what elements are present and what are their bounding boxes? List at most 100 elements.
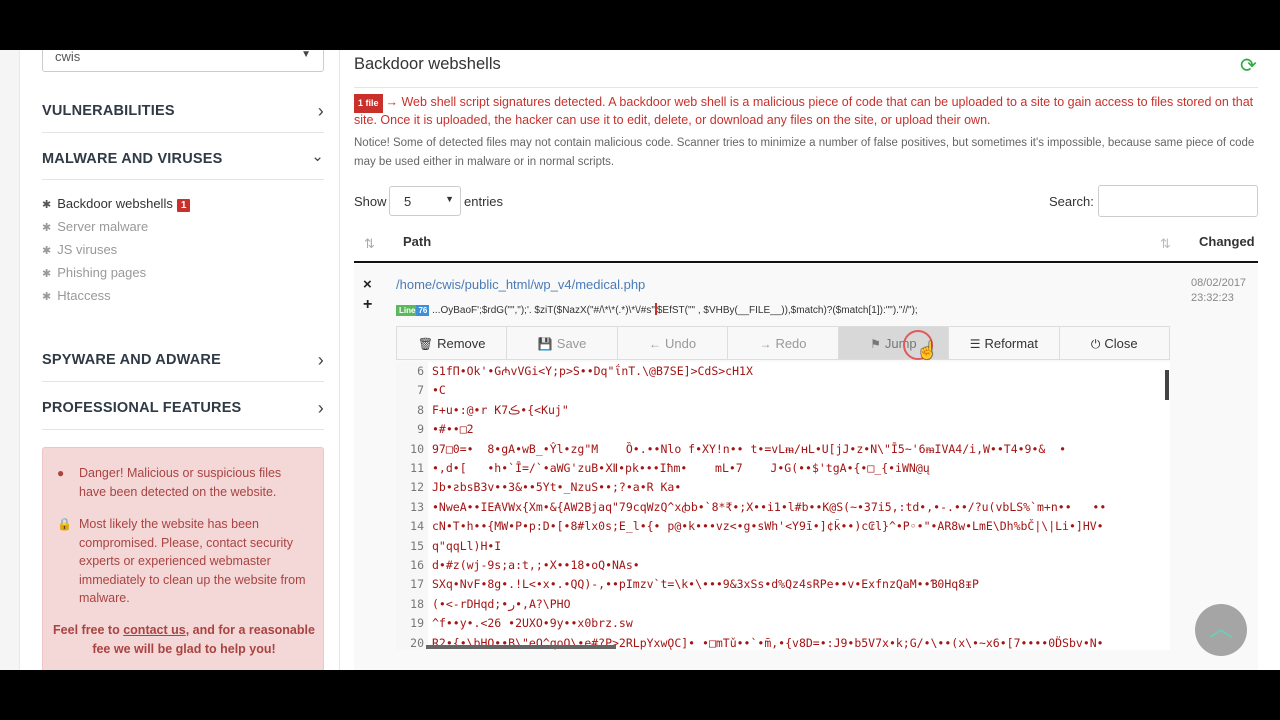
lock-icon: 🔒 xyxy=(57,517,72,531)
line-number-badge: 76 xyxy=(416,305,430,316)
section-spyware-and-adware[interactable]: SPYWARE AND ADWARE › xyxy=(42,350,324,370)
divider xyxy=(42,179,324,180)
remove-row-icon[interactable]: × xyxy=(363,276,372,293)
sidebar-item-backdoor-webshells[interactable]: ✱ Backdoor webshells 1 xyxy=(42,196,191,212)
indent-icon: ☰ xyxy=(969,337,981,351)
line-number: 20 xyxy=(410,635,424,650)
webshell-alert: 1 file → Web shell script signatures dete… xyxy=(354,94,1260,127)
section-malware-and-viruses[interactable]: MALWARE AND VIRUSES ⌄ xyxy=(42,148,324,167)
code-text: d•#z(wj-9s;a:t,;•X••18•oQ•NAs• xyxy=(432,558,640,572)
button-label: Redo xyxy=(775,336,807,351)
code-line: 17 SXq•NvF•8g•.!L<•x•.•QQ)-,••pImzv`t=\k•… xyxy=(396,577,1170,596)
chevron-down-icon: ▼ xyxy=(301,50,311,60)
bug-icon: ✱ xyxy=(42,291,52,303)
sidebar-item-htaccess[interactable]: ✱ Htaccess xyxy=(42,288,111,303)
code-text: •C xyxy=(432,383,446,398)
horizontal-scrollbar[interactable] xyxy=(426,645,616,649)
column-header-path[interactable]: Path xyxy=(403,234,431,249)
jump-button[interactable]: ⚑ Jump ☝ xyxy=(838,327,950,360)
bug-icon: ✱ xyxy=(42,268,52,280)
sidebar-item-server-malware[interactable]: ✱ Server malware xyxy=(42,219,148,234)
bookmark-icon: ⚑ xyxy=(870,337,881,351)
divider xyxy=(42,429,324,430)
bug-icon: ✱ xyxy=(42,245,52,257)
signature-code: $EfST("" , $VHBy(__FILE__)),$match)?($ma… xyxy=(656,305,918,316)
sidebar-item-label: Server malware xyxy=(57,219,149,234)
code-text: Jb•ƨbsB3v••3&••5Yt•_NzuS••;?•a•R Ka• xyxy=(432,480,682,495)
section-label: VULNERABILITIES xyxy=(42,103,175,119)
chevron-down-icon: ▼ xyxy=(445,194,454,204)
button-label: Remove xyxy=(437,336,486,351)
refresh-icon[interactable]: ⟳ xyxy=(1240,53,1257,78)
code-text: SXq•NvF•8g•.!L<•x•.•QQ)-,••pImzv`t=\k•\•… xyxy=(432,577,979,592)
main-panel: Backdoor webshells ⟳ 1 file → Web shell s… xyxy=(340,50,1280,670)
contact-note: Feel free to contact us, and for a reaso… xyxy=(53,621,315,658)
section-professional-features[interactable]: PROFESSIONAL FEATURES › xyxy=(42,398,324,418)
signature-snippet: Line 76 ...OyBaoF';$rdG("",");'. $ziT($Na… xyxy=(396,303,1176,317)
expand-row-icon[interactable]: + xyxy=(363,296,372,314)
entries-select[interactable]: 5 ▼ xyxy=(389,186,461,216)
file-count-badge: 1 file xyxy=(354,94,383,113)
sidebar-item-label: Backdoor webshells xyxy=(57,196,173,211)
line-number: 6 xyxy=(417,364,424,378)
code-line: 10 97□0=• 8•gA•wB_•Ŷl•zg"M Ȍ•.••Nlo f•XY!… xyxy=(396,442,1170,461)
search-input[interactable] xyxy=(1098,185,1258,217)
danger-row: ● Danger! Malicious or suspicious files … xyxy=(57,464,307,501)
code-line: 19 ^f••y•.<26 •2UXO•9y••x0brz.sw xyxy=(396,616,1170,635)
close-button[interactable]: ⏻ Close xyxy=(1060,327,1169,359)
code-line: 12 Jb•ƨbsB3v••3&••5Yt•_NzuS••;?•a•R Ka• xyxy=(396,480,1170,499)
code-line: 7 •C xyxy=(396,383,1170,402)
remove-button[interactable]: 🗑 Remove xyxy=(397,327,508,359)
reformat-button[interactable]: ☰ Reformat xyxy=(949,327,1060,359)
vertical-scrollbar[interactable] xyxy=(1165,370,1169,400)
divider xyxy=(42,381,324,382)
app-frame: cwis ▼ VULNERABILITIES › MALWARE AND VIR… xyxy=(0,50,1280,670)
code-text: ^f••y•.<26 •2UXO•9y••x0brz.sw xyxy=(432,616,633,631)
redo-button[interactable]: → Redo xyxy=(728,327,839,359)
column-header-changed[interactable]: Changed xyxy=(1199,234,1255,249)
button-label: Undo xyxy=(665,336,697,351)
line-badge: Line xyxy=(396,305,419,316)
section-label: MALWARE AND VIRUSES xyxy=(42,151,223,167)
sort-icon[interactable]: ⇅ xyxy=(1160,236,1171,252)
line-number: 8 xyxy=(417,402,424,417)
code-line: 14 cN•T•h••{MW•P•p:D•[•8#lx0s;E_l•{• p@•k… xyxy=(396,519,1170,538)
alert-text: → Web shell script signatures detected. … xyxy=(354,95,1254,127)
undo-button[interactable]: ← Undo xyxy=(618,327,729,359)
section-label: PROFESSIONAL FEATURES xyxy=(42,400,242,416)
table-header: ⇅ Path ⇅ Changed xyxy=(354,225,1258,263)
save-button[interactable]: 💾 Save xyxy=(507,327,618,359)
line-number: 7 xyxy=(417,383,424,398)
sidebar-item-phishing-pages[interactable]: ✱ Phishing pages xyxy=(42,265,146,280)
bug-icon: ✱ xyxy=(42,222,52,234)
line-number: 12 xyxy=(410,480,424,495)
changed-date-value: 08/02/2017 xyxy=(1191,277,1247,289)
contact-us-link[interactable]: contact us xyxy=(123,623,186,637)
site-select[interactable]: cwis ▼ xyxy=(42,50,324,72)
code-text: •#••□2 xyxy=(432,422,474,437)
button-label: Save xyxy=(556,336,587,351)
divider xyxy=(354,87,1258,88)
file-path-link[interactable]: /home/cwis/public_html/wp_v4/medical.php xyxy=(396,277,645,292)
line-number: 18 xyxy=(410,596,424,611)
chevron-right-icon: › xyxy=(317,350,324,370)
scroll-to-top-button[interactable]: ︿ xyxy=(1195,604,1247,656)
button-label: Close xyxy=(1104,336,1138,351)
exclamation-circle-icon: ● xyxy=(57,466,65,480)
site-select-value: cwis xyxy=(55,50,81,64)
show-label: Show xyxy=(354,194,387,209)
search-label: Search: xyxy=(1049,194,1094,209)
sort-icon[interactable]: ⇅ xyxy=(364,236,375,252)
sidebar-item-label: Phishing pages xyxy=(57,265,147,280)
danger-text: Most likely the website has been comprom… xyxy=(79,517,306,605)
code-line: 11 •,d•[ •h•`Ī=/`•aWG'zuB•Ⅻ•pk•••Iħm• mL•… xyxy=(396,461,1170,480)
code-text: q"qqLl)H•I xyxy=(432,538,502,553)
code-editor[interactable]: 6 S1fΠ•Ok'•G₼vVGi<Y;p>S••Dq"ΐnT.\@B7SE]>C… xyxy=(396,362,1170,650)
section-vulnerabilities[interactable]: VULNERABILITIES › xyxy=(42,101,324,121)
sidebar-item-js-viruses[interactable]: ✱ JS viruses xyxy=(42,242,117,257)
editor-toolbar: 🗑 Remove 💾 Save ← Undo → Redo ⚑ Jump ☝ ☰ Refor… xyxy=(396,326,1170,360)
sidebar-item-label: JS viruses xyxy=(57,242,118,257)
line-number: 17 xyxy=(410,577,424,592)
danger-alert: ● Danger! Malicious or suspicious files … xyxy=(42,447,324,670)
line-number: 14 xyxy=(410,519,424,534)
